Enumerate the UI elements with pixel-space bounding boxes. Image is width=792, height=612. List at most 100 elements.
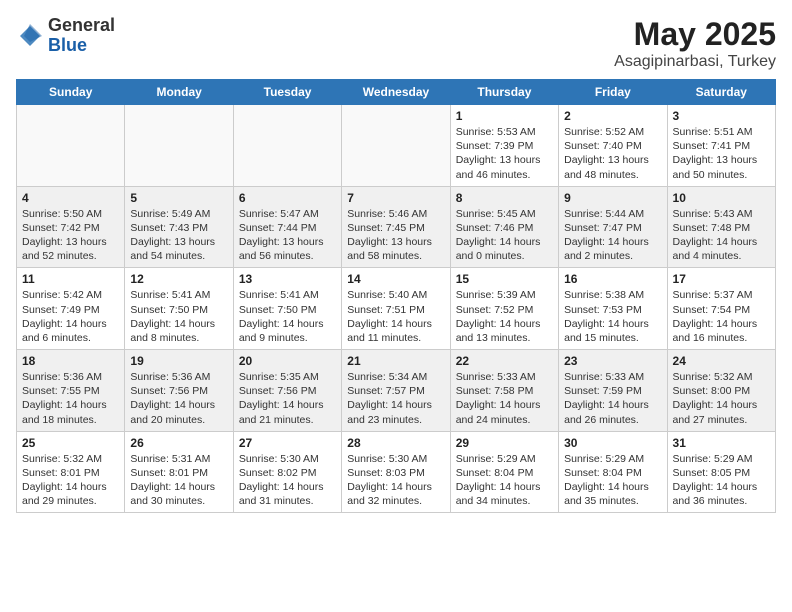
day-number: 30: [564, 436, 661, 450]
calendar-cell: 15 Sunrise: 5:39 AMSunset: 7:52 PMDayligh…: [450, 268, 558, 350]
calendar-cell: 3Sunrise: 5:51 AMSunset: 7:41 PMDaylight…: [667, 105, 775, 187]
day-header-monday: Monday: [125, 80, 233, 105]
day-info: Sunrise: 5:45 AMSunset: 7:46 PMDaylight:…: [456, 207, 553, 264]
calendar-cell: 31 Sunrise: 5:29 AMSunset: 8:05 PMDayligh…: [667, 431, 775, 513]
calendar-cell: 14 Sunrise: 5:40 AMSunset: 7:51 PMDayligh…: [342, 268, 450, 350]
day-info: Sunrise: 5:37 AMSunset: 7:54 PMDaylight:…: [673, 288, 770, 345]
day-number: 22: [456, 354, 553, 368]
calendar-cell: 4 Sunrise: 5:50 AMSunset: 7:42 PMDaylight…: [17, 186, 125, 268]
day-number: 2: [564, 109, 661, 123]
calendar-cell: 29 Sunrise: 5:29 AMSunset: 8:04 PMDayligh…: [450, 431, 558, 513]
day-info: Sunrise: 5:42 AMSunset: 7:49 PMDaylight:…: [22, 288, 119, 345]
day-number: 8: [456, 191, 553, 205]
calendar-cell: 2Sunrise: 5:52 AMSunset: 7:40 PMDaylight…: [559, 105, 667, 187]
day-number: 25: [22, 436, 119, 450]
logo-blue-text: Blue: [48, 35, 87, 55]
calendar-week-row: 18 Sunrise: 5:36 AMSunset: 7:55 PMDayligh…: [17, 350, 776, 432]
day-info: Sunrise: 5:30 AMSunset: 8:02 PMDaylight:…: [239, 452, 336, 509]
day-number: 4: [22, 191, 119, 205]
day-info: Sunrise: 5:29 AMSunset: 8:04 PMDaylight:…: [456, 452, 553, 509]
calendar-week-row: 25Sunrise: 5:32 AMSunset: 8:01 PMDayligh…: [17, 431, 776, 513]
day-header-thursday: Thursday: [450, 80, 558, 105]
day-info: Sunrise: 5:29 AMSunset: 8:05 PMDaylight:…: [673, 452, 770, 509]
day-info: Sunrise: 5:49 AMSunset: 7:43 PMDaylight:…: [130, 207, 227, 264]
day-number: 31: [673, 436, 770, 450]
day-info: Sunrise: 5:39 AMSunset: 7:52 PMDaylight:…: [456, 288, 553, 345]
calendar-cell: 12Sunrise: 5:41 AMSunset: 7:50 PMDayligh…: [125, 268, 233, 350]
day-number: 13: [239, 272, 336, 286]
calendar-cell: 22 Sunrise: 5:33 AMSunset: 7:58 PMDayligh…: [450, 350, 558, 432]
calendar-cell: 23Sunrise: 5:33 AMSunset: 7:59 PMDayligh…: [559, 350, 667, 432]
day-number: 3: [673, 109, 770, 123]
calendar-cell: [233, 105, 341, 187]
calendar-cell: 1Sunrise: 5:53 AMSunset: 7:39 PMDaylight…: [450, 105, 558, 187]
calendar-cell: 7 Sunrise: 5:46 AMSunset: 7:45 PMDaylight…: [342, 186, 450, 268]
day-info: Sunrise: 5:41 AMSunset: 7:50 PMDaylight:…: [130, 288, 227, 345]
calendar-cell: 24 Sunrise: 5:32 AMSunset: 8:00 PMDayligh…: [667, 350, 775, 432]
day-info: Sunrise: 5:34 AMSunset: 7:57 PMDaylight:…: [347, 370, 444, 427]
day-number: 29: [456, 436, 553, 450]
calendar-week-row: 4 Sunrise: 5:50 AMSunset: 7:42 PMDaylight…: [17, 186, 776, 268]
calendar-cell: 30 Sunrise: 5:29 AMSunset: 8:04 PMDayligh…: [559, 431, 667, 513]
day-number: 9: [564, 191, 661, 205]
day-number: 18: [22, 354, 119, 368]
calendar-cell: 25Sunrise: 5:32 AMSunset: 8:01 PMDayligh…: [17, 431, 125, 513]
day-info: Sunrise: 5:47 AMSunset: 7:44 PMDaylight:…: [239, 207, 336, 264]
day-header-saturday: Saturday: [667, 80, 775, 105]
day-header-friday: Friday: [559, 80, 667, 105]
title-block: May 2025 Asagipinarbasi, Turkey: [614, 16, 776, 71]
day-number: 7: [347, 191, 444, 205]
day-number: 5: [130, 191, 227, 205]
day-number: 26: [130, 436, 227, 450]
day-info: Sunrise: 5:46 AMSunset: 7:45 PMDaylight:…: [347, 207, 444, 264]
day-info: Sunrise: 5:53 AMSunset: 7:39 PMDaylight:…: [456, 125, 553, 182]
calendar-cell: 26 Sunrise: 5:31 AMSunset: 8:01 PMDayligh…: [125, 431, 233, 513]
day-header-tuesday: Tuesday: [233, 80, 341, 105]
day-info: Sunrise: 5:33 AMSunset: 7:58 PMDaylight:…: [456, 370, 553, 427]
calendar-cell: 21 Sunrise: 5:34 AMSunset: 7:57 PMDayligh…: [342, 350, 450, 432]
day-info: Sunrise: 5:41 AMSunset: 7:50 PMDaylight:…: [239, 288, 336, 345]
day-number: 6: [239, 191, 336, 205]
day-header-sunday: Sunday: [17, 80, 125, 105]
calendar-cell: [342, 105, 450, 187]
calendar-cell: 28Sunrise: 5:30 AMSunset: 8:03 PMDayligh…: [342, 431, 450, 513]
day-info: Sunrise: 5:40 AMSunset: 7:51 PMDaylight:…: [347, 288, 444, 345]
calendar-header-row: SundayMondayTuesdayWednesdayThursdayFrid…: [17, 80, 776, 105]
day-number: 27: [239, 436, 336, 450]
calendar-cell: 10 Sunrise: 5:43 AMSunset: 7:48 PMDayligh…: [667, 186, 775, 268]
day-info: Sunrise: 5:36 AMSunset: 7:55 PMDaylight:…: [22, 370, 119, 427]
calendar-week-row: 11 Sunrise: 5:42 AMSunset: 7:49 PMDayligh…: [17, 268, 776, 350]
day-number: 19: [130, 354, 227, 368]
logo-text: General Blue: [48, 16, 115, 56]
day-info: Sunrise: 5:31 AMSunset: 8:01 PMDaylight:…: [130, 452, 227, 509]
day-header-wednesday: Wednesday: [342, 80, 450, 105]
day-number: 14: [347, 272, 444, 286]
day-number: 11: [22, 272, 119, 286]
calendar-title: May 2025: [614, 16, 776, 53]
calendar-cell: 6 Sunrise: 5:47 AMSunset: 7:44 PMDaylight…: [233, 186, 341, 268]
calendar-location: Asagipinarbasi, Turkey: [614, 53, 776, 71]
calendar-cell: 17Sunrise: 5:37 AMSunset: 7:54 PMDayligh…: [667, 268, 775, 350]
calendar-cell: 19Sunrise: 5:36 AMSunset: 7:56 PMDayligh…: [125, 350, 233, 432]
day-number: 24: [673, 354, 770, 368]
day-info: Sunrise: 5:50 AMSunset: 7:42 PMDaylight:…: [22, 207, 119, 264]
day-info: Sunrise: 5:43 AMSunset: 7:48 PMDaylight:…: [673, 207, 770, 264]
calendar-cell: [125, 105, 233, 187]
calendar-week-row: 1Sunrise: 5:53 AMSunset: 7:39 PMDaylight…: [17, 105, 776, 187]
calendar-cell: 11 Sunrise: 5:42 AMSunset: 7:49 PMDayligh…: [17, 268, 125, 350]
day-number: 20: [239, 354, 336, 368]
calendar-cell: [17, 105, 125, 187]
day-info: Sunrise: 5:32 AMSunset: 8:00 PMDaylight:…: [673, 370, 770, 427]
logo: General Blue: [16, 16, 115, 56]
logo-general-text: General: [48, 15, 115, 35]
day-info: Sunrise: 5:38 AMSunset: 7:53 PMDaylight:…: [564, 288, 661, 345]
day-number: 21: [347, 354, 444, 368]
day-info: Sunrise: 5:29 AMSunset: 8:04 PMDaylight:…: [564, 452, 661, 509]
logo-icon: [16, 22, 44, 50]
day-number: 10: [673, 191, 770, 205]
day-number: 15: [456, 272, 553, 286]
day-number: 23: [564, 354, 661, 368]
calendar-cell: 18 Sunrise: 5:36 AMSunset: 7:55 PMDayligh…: [17, 350, 125, 432]
page-header: General Blue May 2025 Asagipinarbasi, Tu…: [16, 16, 776, 71]
calendar-cell: 20Sunrise: 5:35 AMSunset: 7:56 PMDayligh…: [233, 350, 341, 432]
